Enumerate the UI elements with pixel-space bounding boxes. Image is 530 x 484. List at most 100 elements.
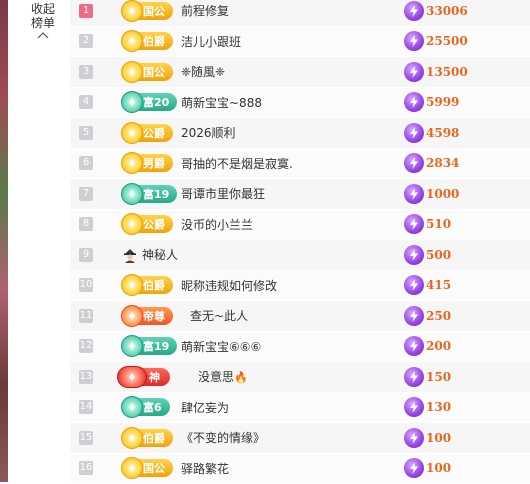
leaderboard-row[interactable]: 11帝尊查无~此人250 (70, 301, 530, 332)
user-name[interactable]: 肆亿妄为 (181, 399, 229, 416)
level-badge: 富19 (123, 337, 177, 355)
user-name[interactable]: 哥谭市里你最狂 (181, 185, 265, 202)
leaderboard-row[interactable]: 9神秘人500 (70, 240, 530, 271)
rank-number: 2 (79, 34, 93, 48)
level-badge: 富20 (123, 93, 177, 111)
leaderboard-row[interactable]: 2 伯爵洁儿小跟班 25500 (70, 27, 530, 58)
badge-label: 富19 (143, 338, 169, 354)
sidebar: 收起榜单 (8, 0, 70, 482)
badge-label: 公爵 (143, 125, 165, 141)
lightning-icon (404, 275, 424, 295)
rank-emblem-icon (121, 305, 143, 327)
badge-label: 伯爵 (143, 430, 165, 446)
badge-label: 公爵 (143, 216, 165, 232)
leaderboard-row[interactable]: 4富20萌新宝宝~8885999 (70, 88, 530, 119)
rank-number: 7 (79, 187, 93, 201)
user-name[interactable]: 驿路繁花 (181, 460, 229, 477)
lightning-icon (404, 367, 424, 387)
level-badge: 神 (123, 368, 170, 386)
lightning-icon (404, 123, 424, 143)
rank-number: 1 (79, 4, 93, 18)
leaderboard-row[interactable]: 1 国公前程修复 33006 (70, 0, 530, 27)
level-badge: 公爵 (123, 124, 173, 142)
collapse-leaderboard-button[interactable]: 收起榜单 (28, 2, 58, 30)
rank-number: 16 (79, 461, 93, 475)
lightning-icon (404, 336, 424, 356)
user-name[interactable]: 没意思🔥 (198, 368, 248, 385)
lightning-icon (404, 458, 424, 478)
user-name[interactable]: 没币的小兰兰 (181, 216, 253, 233)
rank-emblem-icon (121, 427, 143, 449)
level-badge: 国公 (123, 63, 173, 81)
leaderboard-row[interactable]: 6 男爵哥抽的不是烟是寂寞. 2834 (70, 149, 530, 180)
lightning-icon (404, 306, 424, 326)
contribution-score: 5999 (426, 95, 459, 109)
leaderboard-row[interactable]: 16 国公驿路繁花 100 (70, 454, 530, 484)
contribution-score: 100 (426, 461, 451, 475)
lightning-icon (404, 62, 424, 82)
leaderboard-row[interactable]: 8公爵没币的小兰兰510 (70, 210, 530, 241)
user-name[interactable]: 查无~此人 (190, 307, 248, 324)
contribution-score: 1000 (426, 187, 459, 201)
level-badge: 公爵 (123, 215, 173, 233)
level-badge: 伯爵 (123, 276, 173, 294)
lightning-icon (404, 214, 424, 234)
contribution-score: 33006 (426, 4, 468, 18)
user-name[interactable]: 萌新宝宝~888 (181, 94, 262, 111)
badge-label: 国公 (143, 3, 165, 19)
rank-number: 12 (79, 339, 93, 353)
user-name[interactable]: 萌新宝宝⑥⑥⑥ (181, 338, 261, 355)
badge-label: 伯爵 (143, 33, 165, 49)
leaderboard-row[interactable]: 13 神 没意思🔥 150 (70, 362, 530, 393)
contribution-score: 25500 (426, 34, 468, 48)
rank-emblem-icon (121, 335, 143, 357)
lightning-icon (404, 184, 424, 204)
rank-emblem-icon (121, 0, 143, 22)
rank-number: 8 (79, 217, 93, 231)
rank-emblem-icon (121, 457, 143, 479)
badge-label: 富19 (143, 186, 169, 202)
badge-label: 伯爵 (143, 277, 165, 293)
lightning-icon (404, 92, 424, 112)
user-name[interactable]: 前程修复 (181, 2, 229, 19)
level-badge: 国公 (123, 459, 173, 477)
rank-number: 10 (79, 278, 93, 292)
level-badge: 男爵 (123, 154, 173, 172)
contribution-score: 130 (426, 400, 451, 414)
chevron-up-icon[interactable] (36, 30, 50, 40)
leaderboard-row[interactable]: 12富19萌新宝宝⑥⑥⑥200 (70, 332, 530, 363)
user-name[interactable]: 神秘人 (142, 246, 178, 263)
user-name[interactable]: 洁儿小跟班 (181, 33, 241, 50)
rank-number: 13 (79, 370, 93, 384)
user-name[interactable]: 《不变的情缘》 (181, 429, 265, 446)
level-badge: 富6 (123, 398, 170, 416)
contribution-score: 150 (426, 370, 451, 384)
level-badge: 国公 (123, 2, 173, 20)
badge-label: 神 (149, 369, 160, 385)
badge-label: 国公 (143, 64, 165, 80)
contribution-score: 500 (426, 248, 451, 262)
rank-number: 6 (79, 156, 93, 170)
rank-emblem-icon (121, 183, 143, 205)
leaderboard-row[interactable]: 5公爵2026顺利4598 (70, 118, 530, 149)
leaderboard-row[interactable]: 14富6肆亿妄为130 (70, 393, 530, 424)
contribution-score: 2834 (426, 156, 459, 170)
leaderboard-row[interactable]: 3国公❈随風❈13500 (70, 57, 530, 88)
rank-emblem-icon (117, 366, 147, 388)
leaderboard-row[interactable]: 10伯爵昵称违规如何修改415 (70, 271, 530, 302)
lightning-icon (404, 153, 424, 173)
leaderboard-row[interactable]: 7 富19 哥谭市里你最狂 1000 (70, 179, 530, 210)
lightning-icon (404, 428, 424, 448)
flame-icon: 🔥 (234, 371, 248, 384)
lightning-icon (404, 31, 424, 51)
leaderboard-row[interactable]: 15伯爵《不变的情缘》100 (70, 423, 530, 454)
leaderboard-list: 1国公前程修复330062伯爵洁儿小跟班255003国公❈随風❈135004富2… (70, 0, 530, 484)
user-name[interactable]: 昵称违规如何修改 (181, 277, 277, 294)
rank-emblem-icon (121, 30, 143, 52)
user-name[interactable]: 哥抽的不是烟是寂寞. (181, 155, 293, 172)
badge-label: 富6 (143, 399, 162, 415)
user-name[interactable]: ❈随風❈ (181, 63, 225, 80)
level-badge: 伯爵 (123, 429, 173, 447)
contribution-score: 4598 (426, 126, 459, 140)
user-name[interactable]: 2026顺利 (181, 124, 236, 141)
